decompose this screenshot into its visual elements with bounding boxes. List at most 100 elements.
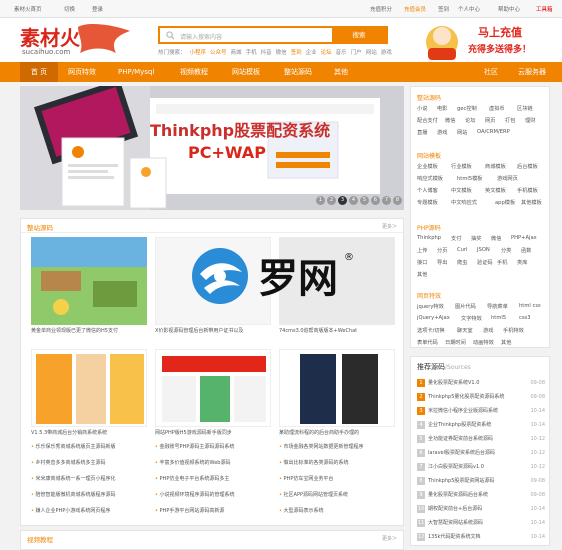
sidebar-tag[interactable]: 企业模板: [417, 163, 438, 170]
sidebar-tag[interactable]: 微信: [445, 117, 455, 124]
list-item[interactable]: 做出比标准的各类源码的系统: [279, 459, 397, 466]
sidebar-tag[interactable]: 手机模板: [517, 187, 538, 194]
sidebar-tag[interactable]: 电影: [437, 105, 447, 112]
login-link[interactable]: 登录: [92, 5, 103, 13]
sidebar-tag[interactable]: 论坛: [465, 117, 475, 124]
sidebar-tag[interactable]: 个人博客: [417, 187, 438, 194]
banner-dot[interactable]: 8: [393, 196, 402, 205]
sidebar-tag[interactable]: app模板: [495, 199, 515, 206]
sidebar-tag[interactable]: 日期时间: [445, 339, 466, 346]
sidebar-tag[interactable]: 微信: [491, 235, 501, 242]
sidebar-tag[interactable]: 其他模板: [521, 199, 542, 206]
sidebar-tag[interactable]: 手机特效: [503, 327, 524, 334]
list-item[interactable]: 小说视频环境程序源码的管理系统: [155, 491, 273, 498]
banner-dot[interactable]: 5: [360, 196, 369, 205]
thumb-caption[interactable]: 74cms3.0追帮商版版本+WeChat: [279, 327, 395, 334]
help-link[interactable]: 帮助中心: [498, 5, 520, 13]
toolbox-link[interactable]: 工具箱: [536, 5, 553, 13]
sidebar-tag[interactable]: 游戏网页: [497, 175, 518, 182]
nav-effects[interactable]: 网页特效: [68, 62, 96, 82]
recharge-points-link[interactable]: 充值积分: [370, 5, 392, 13]
banner-dot[interactable]: 7: [382, 196, 391, 205]
rank-title-text[interactable]: 大智慧配资网站系统源码: [428, 520, 483, 526]
sidebar-tag[interactable]: 网站: [457, 129, 467, 136]
sidebar-tag[interactable]: 虚拟币: [489, 105, 505, 112]
sidebar-tag[interactable]: PHP+Ajax: [511, 235, 537, 241]
rank-title-text[interactable]: 量化股票配资源码后台系统: [428, 492, 488, 498]
banner-dot[interactable]: 6: [371, 196, 380, 205]
list-item[interactable]: 乐乐保乐秀商城系统版页主源码新版: [31, 443, 149, 450]
hot-tag[interactable]: 抖音: [261, 50, 272, 56]
sidebar-tag[interactable]: 抽奖: [471, 235, 481, 242]
source-thumb[interactable]: [31, 237, 147, 325]
rank-title-text[interactable]: laravel股票配资系统后台源码: [428, 450, 495, 456]
list-item[interactable]: 大型源码表示系统: [279, 507, 397, 514]
sidebar-tag[interactable]: html5模板: [457, 175, 483, 182]
rank-title-text[interactable]: 米拉微信小程序企业版源码系统: [428, 408, 498, 414]
list-item[interactable]: 市场金融各类网站数据更新管理程序: [279, 443, 397, 450]
sidebar-tag[interactable]: 上传: [417, 247, 427, 254]
recharge-promo[interactable]: 马上充值 充得多送得多！: [418, 18, 562, 62]
rank-row[interactable]: 10 期权配资前台+后台源码 10-14: [417, 505, 545, 517]
sidebar-tag[interactable]: jquery特效: [417, 303, 444, 310]
nav-community[interactable]: 社区: [484, 62, 498, 82]
sidebar-tag[interactable]: 理财: [525, 117, 535, 124]
sidebar-tag[interactable]: 支付: [451, 235, 461, 242]
user-center-link[interactable]: 个人中心: [458, 5, 480, 13]
sidebar-tag[interactable]: 其他: [501, 339, 511, 346]
sidebar-tag[interactable]: 手机: [497, 259, 507, 266]
source-thumb[interactable]: [31, 349, 147, 427]
sidebar-tag[interactable]: 区块链: [517, 105, 533, 112]
sidebar-tag[interactable]: html5: [491, 315, 506, 321]
sidebar-section-title[interactable]: 整站源码: [417, 93, 441, 102]
sidebar-tag[interactable]: JSON: [477, 247, 490, 253]
sidebar-tag[interactable]: 网页: [485, 117, 495, 124]
sidebar-tag[interactable]: 文字特效: [461, 315, 482, 322]
home-link[interactable]: 素材火首页: [14, 5, 42, 13]
rank-row[interactable]: 6 laravel股票配资系统后台源码 10-12: [417, 449, 545, 461]
rank-row[interactable]: 2 Thinkphp5量化股票配资源码系统 09-08: [417, 393, 545, 405]
rank-title-text[interactable]: 量化股票配资系统V1.0: [428, 380, 479, 386]
hot-tag[interactable]: 签到: [291, 50, 302, 56]
rank-title-text[interactable]: 135k代码配资系统文档: [428, 534, 480, 540]
sidebar-tag[interactable]: 中文响应式: [451, 199, 477, 206]
sidebar-tag[interactable]: 分类: [501, 247, 511, 254]
thumb-caption[interactable]: V1.5.3带商城后台分销商系统系统: [31, 429, 147, 436]
hot-tag[interactable]: 手机: [246, 50, 257, 56]
nav-cloud[interactable]: 云服务器: [518, 62, 546, 82]
sidebar-tag[interactable]: 选项卡/切换: [417, 327, 445, 334]
rank-row[interactable]: 9 量化股票配资源码后台系统 09-08: [417, 491, 545, 503]
more-link[interactable]: 更多＞: [382, 223, 397, 230]
thumb-caption[interactable]: 网站PHP版H5游戏源码新手版同步: [155, 429, 271, 436]
sidebar-tag[interactable]: 小说: [417, 105, 427, 112]
sidebar-section-title[interactable]: 网站模板: [417, 151, 441, 160]
rank-title-text[interactable]: Thinkphp5量化股票配资源码系统: [428, 394, 504, 400]
hot-tag[interactable]: 网站: [366, 50, 377, 56]
sidebar-tag[interactable]: 爬虫: [457, 259, 467, 266]
sidebar-tag[interactable]: 游戏: [437, 129, 447, 136]
sidebar-tag[interactable]: gec控制: [457, 105, 477, 112]
sidebar-tag[interactable]: 动画特效: [473, 339, 494, 346]
hot-tag[interactable]: 企业: [306, 50, 317, 56]
sidebar-tag[interactable]: 验证码: [477, 259, 493, 266]
rank-row[interactable]: 3 米拉微信小程序企业版源码系统 10-14: [417, 407, 545, 419]
rank-row[interactable]: 4 企业Thinkphp股票配资系统 10-14: [417, 421, 545, 433]
sidebar-section-title[interactable]: PHP源码: [417, 223, 441, 232]
sidebar-tag[interactable]: 后台模板: [517, 163, 538, 170]
nav-templates[interactable]: 网站模板: [232, 62, 260, 82]
hot-tag[interactable]: 论坛: [321, 50, 332, 56]
rank-row[interactable]: 11 大智慧配资网站系统源码 10-14: [417, 519, 545, 531]
list-item[interactable]: PHP仿业电子平台系统源码多主: [155, 475, 273, 482]
sidebar-section-title[interactable]: 网页特效: [417, 291, 441, 300]
sidebar-tag[interactable]: 行业模板: [451, 163, 472, 170]
hot-tag[interactable]: 微信: [276, 50, 287, 56]
sidebar-tag[interactable]: 导航菜单: [487, 303, 508, 310]
list-item[interactable]: 社区APP源码网站管理页系统: [279, 491, 397, 498]
hot-tag[interactable]: 游戏: [381, 50, 392, 56]
nav-home[interactable]: 首 页: [20, 62, 58, 82]
sidebar-tag[interactable]: 配合支付: [417, 117, 438, 124]
nav-source[interactable]: 整站源码: [284, 62, 312, 82]
site-logo[interactable]: 素材火 sucaihuo.com: [18, 23, 138, 57]
sidebar-tag[interactable]: Thinkphp: [417, 235, 441, 241]
banner-dot-active[interactable]: 3: [338, 196, 347, 205]
